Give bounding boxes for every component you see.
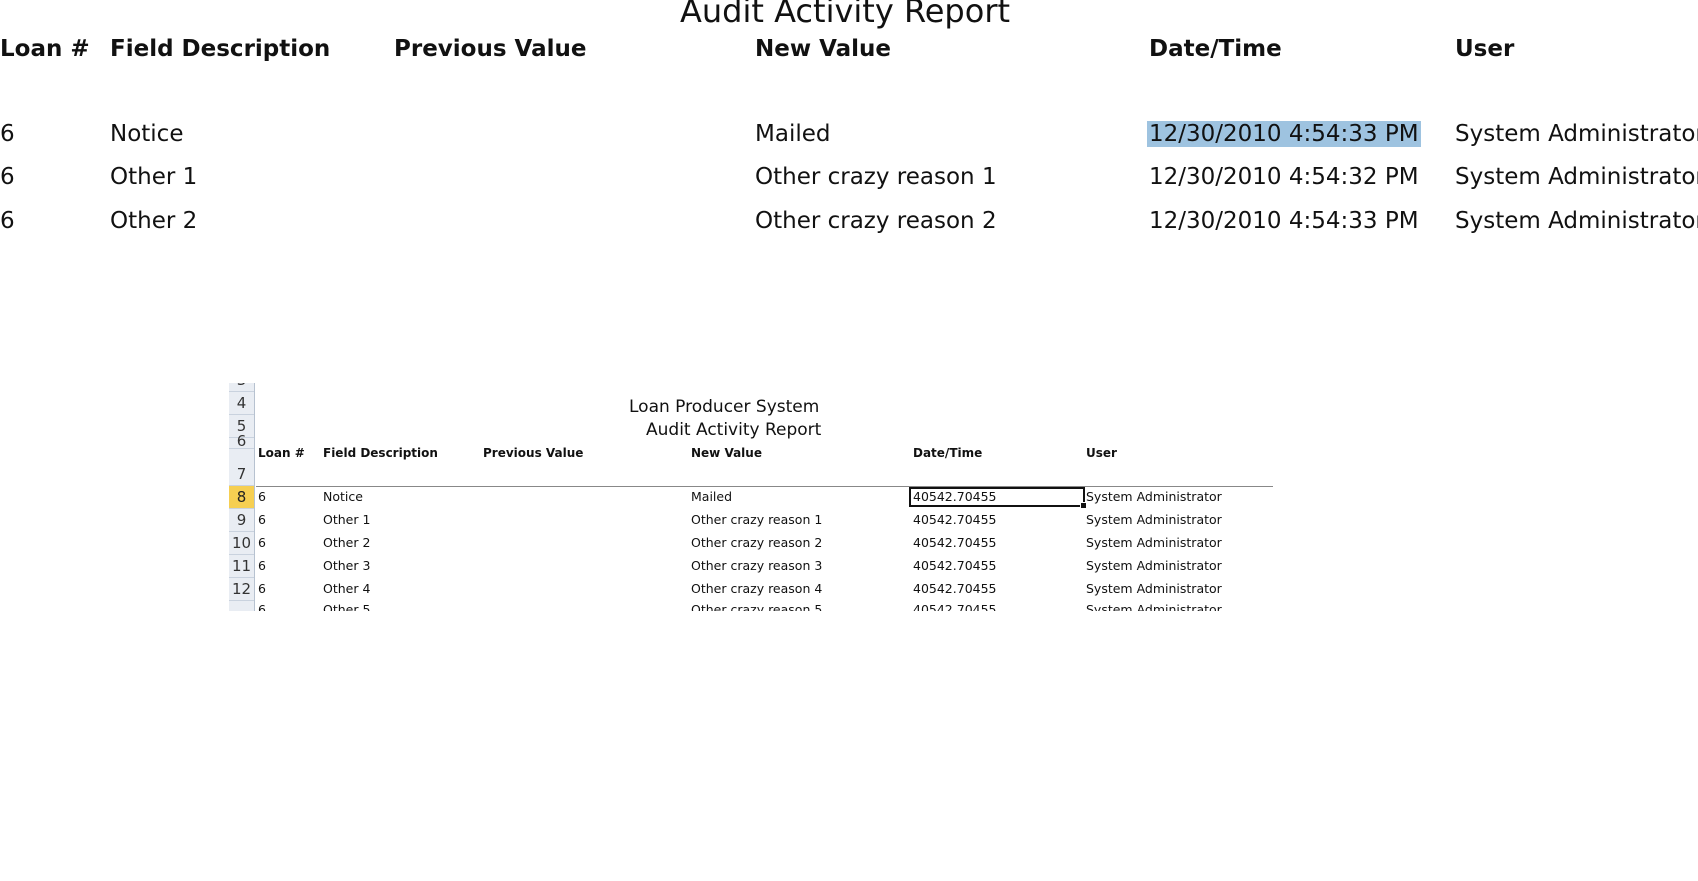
report-row-new-value[interactable]: Other crazy reason 1 — [755, 164, 997, 190]
sheet-cell-field[interactable]: Notice — [323, 489, 363, 505]
sheet-cell-user[interactable]: System Administrator — [1086, 535, 1222, 551]
sheet-title-report: Audit Activity Report — [646, 420, 822, 440]
sheet-cell-loan[interactable]: 6 — [258, 535, 266, 551]
sheet-cell-user[interactable]: System Administrator — [1086, 489, 1222, 505]
sheet-cell-datetime-selected[interactable]: 40542.70455 — [909, 487, 1087, 509]
row-number[interactable]: 6 — [229, 434, 254, 449]
header-user: User — [1455, 36, 1515, 62]
sheet-title-system: Loan Producer System — [629, 397, 820, 417]
report-row-loan[interactable]: 6 — [0, 208, 15, 234]
row-number-active[interactable]: 8 — [229, 486, 254, 509]
sheet-cell-user[interactable]: System Administrator — [1086, 512, 1222, 528]
sheet-cell-loan[interactable]: 6 — [258, 512, 266, 528]
sheet-header-user: User — [1086, 446, 1117, 460]
sheet-header-new-value: New Value — [691, 446, 762, 460]
header-divider — [256, 486, 1273, 487]
sheet-cell-new-value[interactable]: Other crazy reason 2 — [691, 535, 822, 551]
header-loan: Loan # — [0, 36, 90, 62]
sheet-cell-loan[interactable]: 6 — [258, 489, 266, 505]
report-row-loan[interactable]: 6 — [0, 121, 15, 147]
report-title: Audit Activity Report — [680, 0, 1011, 30]
row-header-column: 3 4 5 6 7 8 9 10 11 12 — [229, 383, 255, 611]
row-number[interactable]: 11 — [229, 555, 254, 578]
sheet-cell-datetime[interactable]: 40542.70455 — [913, 602, 997, 611]
sheet-cell-user[interactable]: System Administrator — [1086, 558, 1222, 574]
sheet-cell-user[interactable]: System Administrator — [1086, 602, 1222, 611]
row-number[interactable]: 4 — [229, 392, 254, 415]
header-field-description: Field Description — [110, 36, 331, 62]
report-row-datetime[interactable]: 12/30/2010 4:54:33 PM — [1149, 208, 1419, 234]
sheet-cell-field[interactable]: Other 5 — [323, 602, 370, 611]
sheet-cell-datetime[interactable]: 40542.70455 — [913, 558, 997, 574]
row-number[interactable]: 3 — [229, 383, 254, 392]
row-number[interactable]: 10 — [229, 532, 254, 555]
row-number[interactable]: 9 — [229, 509, 254, 532]
report-row-user[interactable]: System Administrator — [1455, 164, 1698, 190]
report-row-new-value[interactable]: Other crazy reason 2 — [755, 208, 997, 234]
sheet-header-date-time: Date/Time — [913, 446, 983, 460]
sheet-cell-new-value[interactable]: Other crazy reason 5 — [691, 602, 822, 611]
sheet-header-previous-value: Previous Value — [483, 446, 584, 460]
header-previous-value: Previous Value — [394, 36, 587, 62]
sheet-cell-field[interactable]: Other 4 — [323, 581, 370, 597]
sheet-cell-user[interactable]: System Administrator — [1086, 581, 1222, 597]
sheet-cell-field[interactable]: Other 3 — [323, 558, 370, 574]
report-row-user[interactable]: System Administrator — [1455, 121, 1698, 147]
report-row-field[interactable]: Other 1 — [110, 164, 197, 190]
report-row-datetime-selected[interactable]: 12/30/2010 4:54:33 PM — [1147, 121, 1421, 147]
sheet-row-clipped: 6 Other 5 Other crazy reason 5 40542.704… — [258, 602, 1268, 611]
sheet-cell-loan[interactable]: 6 — [258, 602, 266, 611]
spreadsheet-view: 3 4 5 6 7 8 9 10 11 12 Loan Producer Sys… — [229, 383, 1273, 611]
sheet-cell-new-value[interactable]: Other crazy reason 1 — [691, 512, 822, 528]
sheet-cell-new-value[interactable]: Other crazy reason 3 — [691, 558, 822, 574]
sheet-cell-field[interactable]: Other 1 — [323, 512, 370, 528]
report-row-datetime[interactable]: 12/30/2010 4:54:32 PM — [1149, 164, 1419, 190]
report-row-field[interactable]: Other 2 — [110, 208, 197, 234]
row-number[interactable]: 7 — [229, 463, 254, 486]
header-date-time: Date/Time — [1149, 36, 1282, 62]
sheet-cell-datetime[interactable]: 40542.70455 — [913, 581, 997, 597]
sheet-cell-field[interactable]: Other 2 — [323, 535, 370, 551]
report-row-loan[interactable]: 6 — [0, 164, 15, 190]
sheet-cell-new-value[interactable]: Other crazy reason 4 — [691, 581, 822, 597]
sheet-header-loan: Loan # — [258, 446, 305, 460]
sheet-header-field-description: Field Description — [323, 446, 438, 460]
sheet-cell-loan[interactable]: 6 — [258, 558, 266, 574]
sheet-cell-new-value[interactable]: Mailed — [691, 489, 732, 505]
sheet-cell-datetime[interactable]: 40542.70455 — [913, 512, 997, 528]
sheet-cell-datetime[interactable]: 40542.70455 — [913, 535, 997, 551]
row-number[interactable]: 12 — [229, 578, 254, 601]
sheet-cell-loan[interactable]: 6 — [258, 581, 266, 597]
report-row-field[interactable]: Notice — [110, 121, 183, 147]
report-row-new-value[interactable]: Mailed — [755, 121, 830, 147]
report-row-user[interactable]: System Administrator — [1455, 208, 1698, 234]
header-new-value: New Value — [755, 36, 892, 62]
